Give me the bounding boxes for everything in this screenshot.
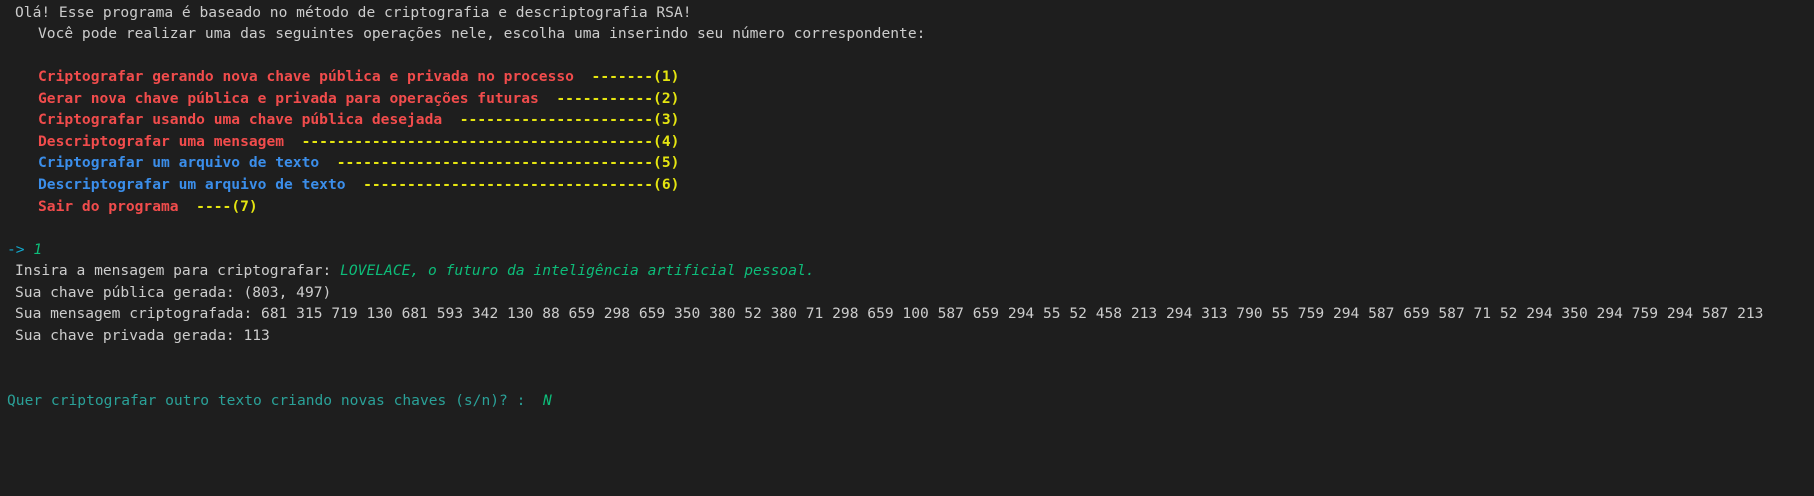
menu-item-7: Sair do programa ----(7) bbox=[38, 198, 258, 216]
menu-item-3: Criptografar usando uma chave pública de… bbox=[38, 111, 679, 129]
answer-input[interactable]: N bbox=[543, 392, 552, 409]
question-text: Quer criptografar outro texto criando no… bbox=[7, 392, 526, 409]
public-key-label: Sua chave pública gerada: bbox=[15, 284, 235, 301]
menu-item-leader: ----------------------------------------… bbox=[301, 133, 680, 150]
menu-item-5: Criptografar um arquivo de texto -------… bbox=[38, 154, 679, 172]
menu-item-leader: -----------(2) bbox=[556, 90, 680, 107]
terminal-output: Olá! Esse programa é baseado no método d… bbox=[0, 0, 1814, 496]
prompt-arrow: -> bbox=[7, 241, 25, 258]
intro-instructions: Você pode realizar uma das seguintes ope… bbox=[38, 25, 926, 42]
private-key-line: Sua chave privada gerada: 113 bbox=[15, 327, 270, 345]
encrypted-value: 681 315 719 130 681 593 342 130 88 659 2… bbox=[261, 305, 1764, 322]
menu-item-label: Sair do programa bbox=[38, 198, 179, 215]
message-input[interactable]: LOVELACE, o futuro da inteligência artif… bbox=[340, 262, 814, 279]
intro-greeting: Olá! Esse programa é baseado no método d… bbox=[15, 4, 692, 21]
public-key-line: Sua chave pública gerada: (803, 497) bbox=[15, 284, 331, 302]
question-line: Quer criptografar outro texto criando no… bbox=[7, 392, 552, 410]
menu-item-2: Gerar nova chave pública e privada para … bbox=[38, 90, 679, 108]
message-prompt-label: Insira a mensagem para criptografar: bbox=[15, 262, 332, 279]
encrypted-line: Sua mensagem criptografada: 681 315 719 … bbox=[15, 305, 1763, 323]
choice-input[interactable]: 1 bbox=[33, 241, 42, 258]
menu-item-6: Descriptografar um arquivo de texto ----… bbox=[38, 176, 679, 194]
private-key-label: Sua chave privada gerada: bbox=[15, 327, 235, 344]
menu-item-leader: ---------------------------------(6) bbox=[363, 176, 680, 193]
menu-item-label: Criptografar gerando nova chave pública … bbox=[38, 68, 574, 85]
private-key-value: 113 bbox=[243, 327, 270, 344]
menu-item-label: Criptografar um arquivo de texto bbox=[38, 154, 320, 171]
menu-item-leader: -------(1) bbox=[591, 68, 680, 85]
choice-prompt: -> 1 bbox=[7, 241, 42, 259]
public-key-value: (803, 497) bbox=[243, 284, 332, 301]
encrypted-label: Sua mensagem criptografada: bbox=[15, 305, 253, 322]
menu-item-leader: ------------------------------------(5) bbox=[336, 154, 680, 171]
menu-item-leader: ----------------------(3) bbox=[459, 111, 680, 128]
menu-item-label: Criptografar usando uma chave pública de… bbox=[38, 111, 443, 128]
menu-item-4: Descriptografar uma mensagem -----------… bbox=[38, 133, 679, 151]
menu-item-label: Descriptografar um arquivo de texto bbox=[38, 176, 346, 193]
menu-item-label: Descriptografar uma mensagem bbox=[38, 133, 285, 150]
menu-item-1: Criptografar gerando nova chave pública … bbox=[38, 68, 679, 86]
message-line: Insira a mensagem para criptografar: LOV… bbox=[15, 262, 815, 280]
menu-item-label: Gerar nova chave pública e privada para … bbox=[38, 90, 539, 107]
menu-item-leader: ----(7) bbox=[196, 198, 258, 215]
